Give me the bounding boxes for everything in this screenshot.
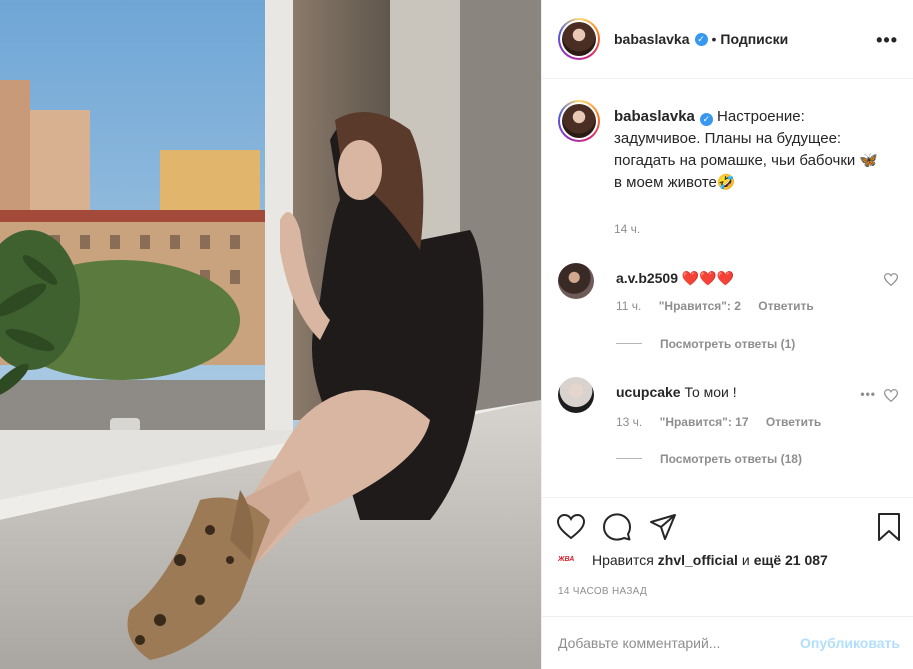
verified-badge-icon: ✓ [699, 113, 713, 126]
commenter-avatar[interactable] [558, 377, 594, 413]
header-separator: • [711, 31, 717, 47]
comment-meta: 11 ч. "Нравится": 2 Ответить [616, 299, 828, 313]
post-photo[interactable] [0, 0, 541, 669]
add-comment-bar: Добавьте комментарий... Опубликовать [542, 616, 913, 668]
bookmark-icon[interactable] [874, 512, 904, 542]
likes-summary: ЖВА Нравится zhvl_official и ещё 21 087 [558, 552, 828, 568]
comment-meta: 13 ч. "Нравится": 17 Ответить [616, 415, 835, 429]
liker-badge[interactable]: ЖВА [558, 555, 584, 565]
heart-icon[interactable] [556, 512, 586, 542]
verified-badge-icon: ✓ [694, 32, 708, 46]
comment-text-block: a.v.b2509 ❤️❤️❤️ [616, 269, 734, 287]
reply-button[interactable]: Ответить [766, 415, 821, 429]
post-header: babaslavka ✓ • Подписки ••• [542, 0, 913, 79]
replies-divider [616, 458, 642, 459]
commenter-avatar[interactable] [558, 263, 594, 299]
likes-prefix: Нравится [592, 552, 654, 568]
view-replies-label[interactable]: Посмотреть ответы (1) [660, 337, 795, 351]
post-timestamp[interactable]: 14 ЧАСОВ НАЗАД [558, 586, 647, 597]
comment-likes[interactable]: "Нравится": 17 [660, 415, 749, 429]
post-side-panel: babaslavka ✓ • Подписки ••• babaslavka ✓ … [541, 0, 913, 669]
options-dots-icon[interactable]: ••• [860, 387, 876, 401]
view-replies-label[interactable]: Посмотреть ответы (18) [660, 452, 802, 466]
publish-button[interactable]: Опубликовать [800, 635, 900, 651]
view-replies-button[interactable]: Посмотреть ответы (1) [616, 337, 795, 351]
comment-time[interactable]: 11 ч. [616, 299, 641, 313]
replies-divider [616, 343, 642, 344]
post-actions: ЖВА Нравится zhvl_official и ещё 21 087 … [542, 497, 913, 667]
author-avatar[interactable] [558, 18, 600, 60]
reply-button[interactable]: Ответить [758, 299, 813, 313]
share-icon[interactable] [648, 512, 678, 542]
likes-count[interactable]: ещё 21 087 [754, 552, 828, 568]
comment-likes[interactable]: "Нравится": 2 [659, 299, 741, 313]
caption-avatar[interactable] [558, 100, 600, 142]
small-heart-icon[interactable] [884, 273, 898, 286]
caption-time[interactable]: 14 ч. [614, 222, 640, 236]
comment-icon[interactable] [602, 512, 632, 542]
caption-text-block: babaslavka ✓ Настроение: задумчивое. План… [614, 106, 884, 194]
commenter-username[interactable]: ucupcake [616, 384, 681, 400]
caption-username[interactable]: babaslavka [614, 108, 695, 125]
comment-time[interactable]: 13 ч. [616, 415, 642, 429]
liker-username[interactable]: zhvl_official [658, 552, 738, 568]
comment-text: ❤️❤️❤️ [681, 270, 735, 286]
small-heart-icon[interactable] [884, 389, 898, 402]
comment-text-block: ucupcake То мои ! [616, 383, 737, 401]
comment-input[interactable]: Добавьте комментарий... [558, 635, 720, 651]
likes-middle: и [741, 552, 750, 568]
more-options-icon[interactable]: ••• [876, 30, 898, 51]
view-replies-button[interactable]: Посмотреть ответы (18) [616, 452, 802, 466]
following-button[interactable]: Подписки [720, 31, 788, 47]
commenter-username[interactable]: a.v.b2509 [616, 270, 678, 286]
comment-text: То мои ! [684, 384, 737, 400]
author-username[interactable]: babaslavka [614, 31, 690, 47]
